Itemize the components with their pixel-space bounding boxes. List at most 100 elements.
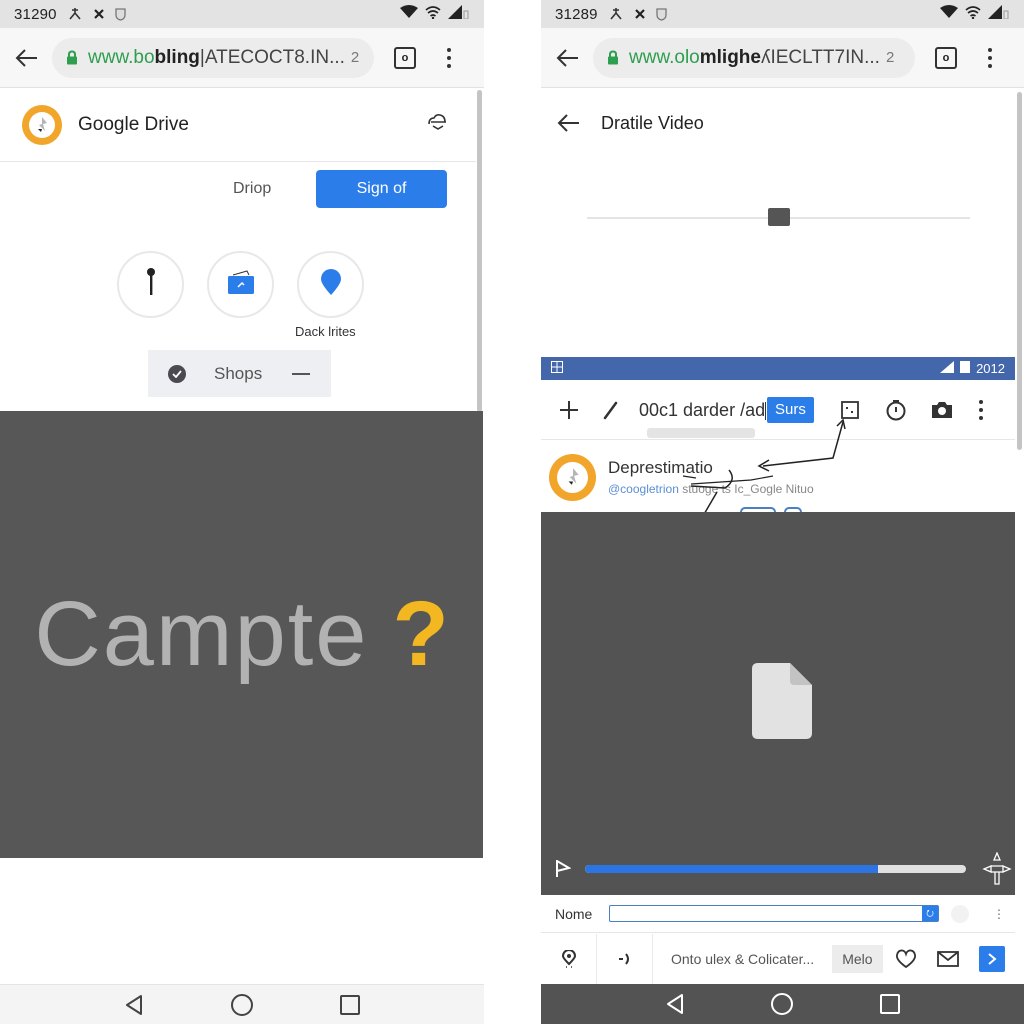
name-row: Nome ⭮ ⋮: [541, 895, 1015, 933]
wifi-icon: [424, 5, 442, 23]
profile-handle[interactable]: @coogletrion: [608, 482, 679, 496]
status-bar: 31290: [0, 0, 484, 28]
name-label: Nome: [555, 905, 593, 922]
location-pin-button[interactable]: [541, 934, 597, 984]
play-button[interactable]: [555, 859, 572, 883]
video-player[interactable]: [541, 512, 1015, 895]
nav-back-button[interactable]: [119, 990, 149, 1020]
wifi-icon: [964, 5, 982, 23]
camera-button[interactable]: [928, 396, 956, 424]
lock-icon: [66, 50, 78, 65]
browser-menu-button[interactable]: [446, 47, 452, 68]
fullscreen-move-icon[interactable]: [981, 851, 1013, 891]
url-count: 2: [885, 49, 895, 66]
hero-text: Campte: [34, 583, 369, 685]
document-icon: [752, 663, 812, 744]
timer-button[interactable]: [882, 396, 910, 424]
video-progress-bar[interactable]: [585, 865, 966, 873]
surs-button-label: Surs: [775, 401, 806, 418]
slider-thumb[interactable]: [767, 208, 790, 226]
pin-button[interactable]: [117, 251, 184, 318]
mail-icon[interactable]: [936, 951, 959, 967]
pin-icon: [145, 267, 157, 302]
status-time: 31289: [555, 5, 598, 23]
url-rest: ʎIECLTT7IN...: [760, 46, 880, 68]
lock-icon: [607, 50, 619, 65]
app-header: Google Drive: [0, 88, 476, 162]
close-icon: [93, 8, 105, 20]
nav-recents-button[interactable]: [875, 989, 905, 1019]
frame-button[interactable]: [836, 396, 864, 424]
toolbar-more-button[interactable]: [978, 399, 984, 420]
sign-in-button[interactable]: Sign of: [316, 170, 447, 208]
nav-recents-button[interactable]: [335, 990, 365, 1020]
edit-button[interactable]: [597, 396, 625, 424]
name-input[interactable]: ⭮: [609, 905, 939, 922]
back-arrow-icon[interactable]: [557, 113, 581, 133]
fan-icon: [608, 7, 624, 21]
question-mark-icon: ?: [392, 583, 449, 685]
location-button[interactable]: [297, 251, 364, 318]
folder-button[interactable]: [207, 251, 274, 318]
go-button[interactable]: [978, 946, 1005, 972]
url-rest: |ATECOCT8.IN...: [199, 46, 345, 68]
grid-icon: [551, 361, 563, 376]
url-prefix: www.olo: [629, 46, 700, 68]
drop-link[interactable]: Driop: [233, 180, 271, 198]
shops-chip[interactable]: Shops: [148, 350, 331, 397]
action-row: Onto ulex & Colicater... Melo: [541, 934, 1015, 984]
browser-back-button[interactable]: [553, 43, 583, 73]
browser-url-bar: www.olo mlighe ʎIECLTT7IN... 2 o: [541, 28, 1024, 88]
tabs-button[interactable]: o: [394, 46, 416, 69]
close-icon: [634, 8, 646, 20]
video-progress-fill: [585, 865, 879, 873]
url-domain: bling: [154, 46, 200, 68]
inner-status-year: 2012: [976, 361, 1005, 376]
check-circle-icon: [168, 364, 186, 383]
android-nav-bar: [541, 984, 1024, 1024]
url-count: 2: [350, 49, 360, 66]
wifi-icon: [400, 5, 418, 23]
video-page-header: Dratile Video: [541, 88, 1024, 158]
tabs-button[interactable]: o: [935, 46, 957, 69]
editor-toolbar: 00c1 darder /ad Surs: [541, 380, 1015, 440]
inner-status-bar: 2012: [541, 357, 1015, 380]
fan-icon: [67, 7, 83, 21]
cloud-icon[interactable]: [426, 112, 448, 137]
signal-icon: [940, 361, 955, 376]
surs-button[interactable]: Surs: [767, 396, 814, 423]
input-addon-button[interactable]: ⭮: [922, 906, 938, 921]
page-scrollbar[interactable]: [477, 90, 482, 412]
right-phone-screen: 31289 www.olo mlighe ʎIECLTT7IN... 2 o D…: [541, 0, 1024, 1024]
video-slider[interactable]: [587, 208, 970, 226]
add-button[interactable]: [555, 396, 583, 424]
melo-button[interactable]: Melo: [832, 945, 883, 973]
address-field[interactable]: www.bo bling |ATECOCT8.IN... 2: [52, 37, 374, 78]
app-title: Google Drive: [78, 113, 189, 135]
address-field[interactable]: www.olo mlighe ʎIECLTT7IN... 2: [593, 37, 915, 78]
sound-button[interactable]: [597, 934, 653, 984]
browser-url-bar: www.bo bling |ATECOCT8.IN... 2 o: [0, 28, 484, 88]
toolbar-text-field[interactable]: 00c1 darder /ad: [639, 388, 769, 438]
browser-back-button[interactable]: [12, 43, 42, 73]
url-domain: mlighe: [699, 46, 761, 68]
row-more-icon[interactable]: ⋮: [993, 907, 1005, 921]
battery-icon: [960, 361, 971, 376]
chip-label: Shops: [214, 363, 263, 383]
toolbar-field-value: 00c1 darder /ad: [639, 399, 766, 420]
browser-menu-button[interactable]: [987, 47, 993, 68]
nav-back-button[interactable]: [660, 989, 690, 1019]
nav-home-button[interactable]: [227, 990, 257, 1020]
avatar: [549, 453, 596, 501]
nav-home-button[interactable]: [767, 989, 797, 1019]
status-bar: 31289: [541, 0, 1024, 28]
minus-icon[interactable]: [292, 372, 311, 375]
profile-row[interactable]: Deprestimatio @coogletrion stuoge ts Ic_…: [541, 442, 1015, 512]
profile-name: Deprestimatio: [608, 458, 713, 477]
action-row-text: Onto ulex & Colicater...: [671, 951, 815, 967]
shield-icon: [115, 7, 126, 21]
heart-icon[interactable]: [895, 949, 917, 969]
url-prefix: www.bo: [88, 46, 155, 68]
signal-icon: [988, 5, 1010, 23]
location-button-label: Dack lrites: [295, 324, 356, 339]
